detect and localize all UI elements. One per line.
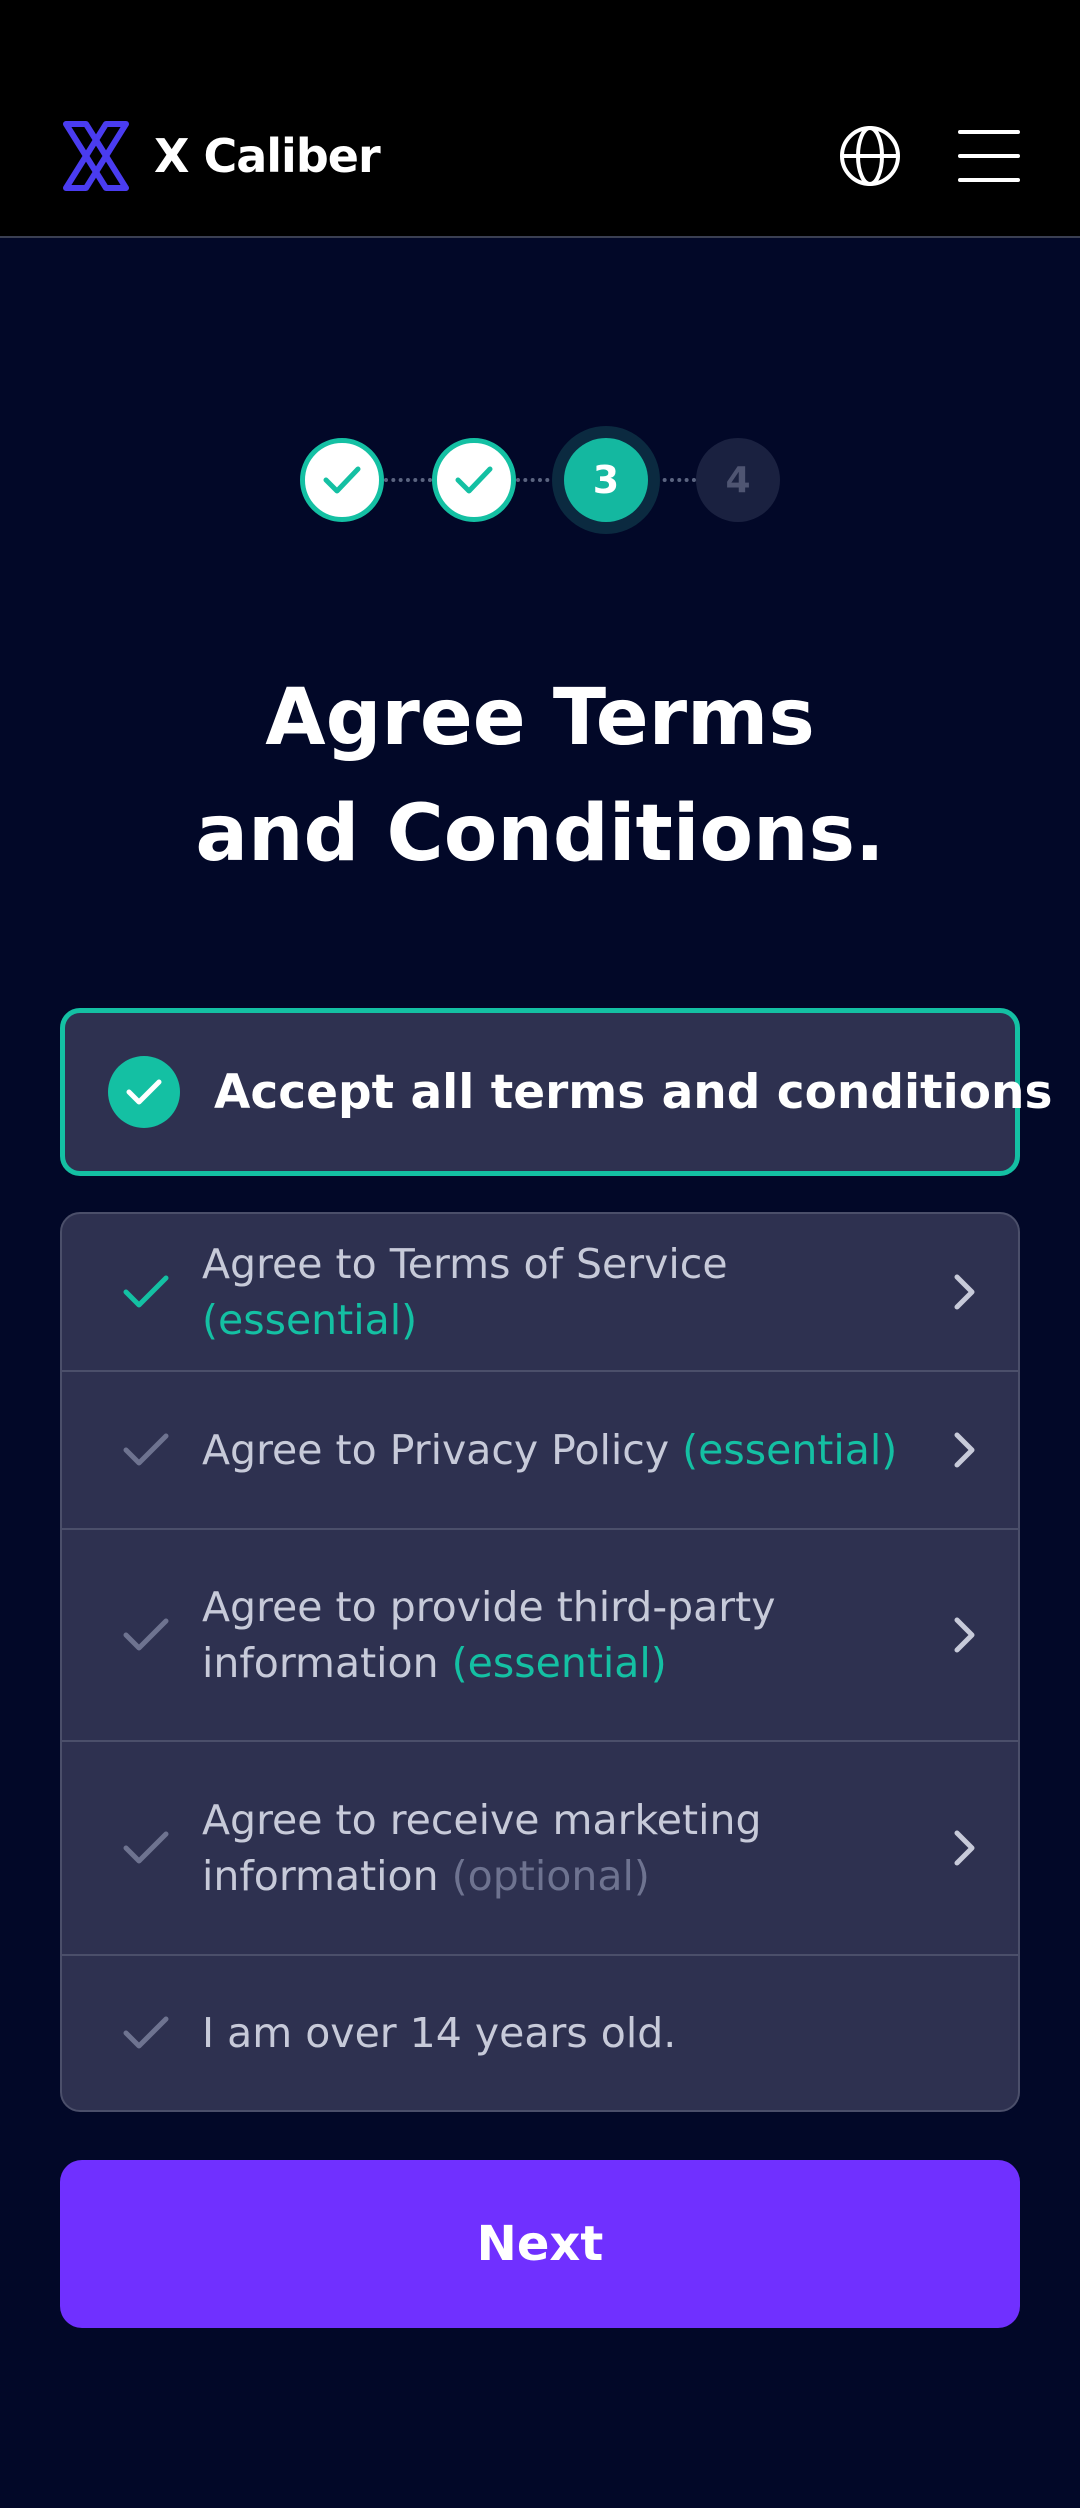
check-icon <box>323 466 361 494</box>
check-icon <box>455 466 493 494</box>
chevron-right-icon[interactable] <box>952 1615 978 1655</box>
step-2-complete <box>432 438 516 522</box>
next-button[interactable]: Next <box>60 2160 1020 2328</box>
chevron-right-icon[interactable] <box>952 1430 978 1470</box>
terms-list: Agree to Terms of Service (essential) Ag… <box>60 1212 1020 2112</box>
term-label: Agree to Terms of Service (essential) <box>202 1240 728 1344</box>
term-third-party-info[interactable]: Agree to provide third-party information… <box>62 1530 1018 1742</box>
term-label: Agree to provide third-party information… <box>202 1583 776 1687</box>
globe-icon[interactable] <box>838 124 902 188</box>
term-label: I am over 14 years old. <box>202 2009 677 2057</box>
term-age-confirmation[interactable]: I am over 14 years old. <box>62 1956 1018 2110</box>
step-3-current: 3 <box>564 438 648 522</box>
term-privacy-policy[interactable]: Agree to Privacy Policy (essential) <box>62 1372 1018 1530</box>
chevron-right-icon[interactable] <box>952 1828 978 1868</box>
term-label: Agree to Privacy Policy (essential) <box>202 1426 898 1474</box>
term-terms-of-service[interactable]: Agree to Terms of Service (essential) <box>62 1214 1018 1372</box>
page-title-line2: and Conditions. <box>195 789 885 879</box>
xcaliber-logo-icon <box>63 121 129 191</box>
check-icon <box>123 1433 169 1466</box>
page-title-line1: Agree Terms <box>265 673 815 763</box>
checked-circle-icon <box>108 1056 180 1128</box>
check-icon <box>123 2016 169 2049</box>
term-label: Agree to receive marketing information (… <box>202 1796 762 1900</box>
app-header: X Caliber <box>0 0 1080 238</box>
step-4-pending: 4 <box>696 438 780 522</box>
hamburger-menu-icon[interactable] <box>958 128 1020 184</box>
accept-all-label: Accept all terms and conditions <box>214 1064 1053 1120</box>
brand-logo[interactable]: X Caliber <box>60 120 381 192</box>
check-icon <box>123 1275 169 1308</box>
brand-name: X Caliber <box>154 129 381 183</box>
check-icon <box>123 1618 169 1651</box>
check-icon <box>123 1831 169 1864</box>
chevron-right-icon[interactable] <box>952 1272 978 1312</box>
step-1-complete <box>300 438 384 522</box>
step-connector <box>516 478 564 482</box>
progress-stepper: 3 4 <box>0 438 1080 522</box>
step-connector <box>648 478 696 482</box>
step-connector <box>384 478 432 482</box>
page-title: Agree Terms and Conditions. <box>0 660 1080 892</box>
term-marketing-info[interactable]: Agree to receive marketing information (… <box>62 1742 1018 1956</box>
accept-all-checkbox[interactable]: Accept all terms and conditions <box>60 1008 1052 1176</box>
